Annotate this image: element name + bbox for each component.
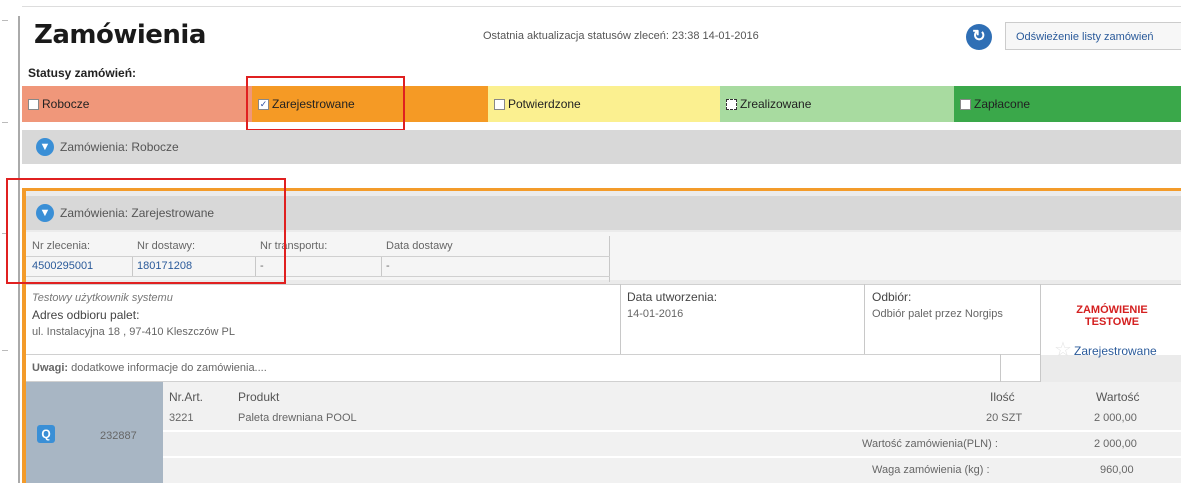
highlight-box-status (246, 76, 405, 131)
notes: Uwagi: dodatkowe informacje do zamówieni… (32, 362, 267, 374)
status-filter-zrealizowane[interactable]: Zrealizowane (720, 86, 954, 122)
section-robocze-title: Zamówienia: Robocze (60, 140, 179, 154)
refresh-list-button[interactable]: Odświeżenie listy zamówień (1005, 22, 1181, 50)
total-value-label: Wartość zamówienia(PLN) : (862, 438, 998, 450)
checkbox-zaplacone[interactable] (960, 98, 971, 110)
highlight-box-order (6, 178, 286, 284)
page-title: Zamówienia (34, 20, 206, 50)
status-filter-robocze[interactable]: Robocze (22, 86, 252, 122)
expand-icon[interactable]: ▼ (36, 138, 54, 156)
data-dostawy-label: Data dostawy (386, 240, 453, 252)
order-user: Testowy użytkownik systemu (32, 292, 173, 304)
status-value: Zarejestrowane (1074, 344, 1157, 358)
divider (163, 456, 1181, 458)
divider (864, 284, 865, 354)
created-value: 14-01-2016 (627, 308, 684, 320)
test-order-label: ZAMÓWIENIE TESTOWE (1076, 304, 1148, 328)
weight-value: 960,00 (1100, 464, 1134, 476)
address-value: ul. Instalacyjna 18 , 97-410 Kleszczów P… (32, 326, 236, 338)
status-label-zrealizowane: Zrealizowane (740, 97, 812, 111)
divider (381, 256, 382, 276)
ruler-tick (2, 20, 8, 21)
last-update-text: Ostatnia aktualizacja statusów zleceń: 2… (483, 30, 759, 42)
section-robocze[interactable]: ▼ Zamówienia: Robocze (22, 130, 1181, 164)
col-produkt: Produkt (238, 390, 280, 404)
checkbox-potwierdzone[interactable] (494, 98, 505, 110)
status-filter-zaplacone[interactable]: Zapłacone (954, 86, 1181, 122)
col-ilosc: Ilość (990, 390, 1015, 404)
checkbox-robocze[interactable] (28, 98, 39, 110)
divider (163, 430, 1181, 432)
status-filter-potwierdzone[interactable]: Potwierdzone (488, 86, 720, 122)
item-produkt: Paleta drewniana POOL (238, 412, 357, 424)
order-details-row (26, 284, 1181, 355)
status-label-potwierdzone: Potwierdzone (508, 97, 581, 111)
status-filter-bar: Robocze ✓ Zarejestrowane Potwierdzone Zr… (22, 86, 1181, 122)
ruler-tick (2, 122, 8, 123)
items-table (163, 382, 1181, 483)
address-label: Adres odbioru palet: (32, 308, 140, 322)
col-nr-art: Nr.Art. (169, 390, 204, 404)
data-dostawy-value: - (386, 260, 390, 272)
ruler-tick (2, 350, 8, 351)
created-label: Data utworzenia: (627, 290, 718, 304)
search-icon[interactable]: Q (37, 425, 55, 443)
total-value: 2 000,00 (1094, 438, 1137, 450)
top-divider (22, 6, 1181, 7)
item-nr-art: 3221 (169, 412, 194, 424)
statuses-label: Statusy zamówień: (28, 66, 137, 80)
divider (1000, 354, 1001, 382)
status-label-zaplacone: Zapłacone (974, 97, 1031, 111)
col-wartosc: Wartość (1096, 390, 1140, 404)
star-icon[interactable]: ☆ (1054, 340, 1072, 360)
item-ilosc: 20 SZT (986, 412, 1023, 424)
pickup-label: Odbiór: (872, 290, 912, 304)
status-label-robocze: Robocze (42, 97, 90, 111)
divider (620, 284, 621, 354)
order-id: 232887 (100, 430, 137, 442)
divider (1040, 284, 1041, 382)
item-wartosc: 2 000,00 (1094, 412, 1137, 424)
notes-value: dodatkowe informacje do zamówienia.... (71, 362, 267, 374)
pickup-value: Odbiór palet przez Norgips (872, 308, 1003, 320)
notes-label: Uwagi: (32, 362, 69, 374)
refresh-icon[interactable]: ↻ (966, 24, 992, 50)
checkbox-zrealizowane[interactable] (726, 98, 737, 110)
weight-label: Waga zamówienia (kg) : (872, 464, 990, 476)
